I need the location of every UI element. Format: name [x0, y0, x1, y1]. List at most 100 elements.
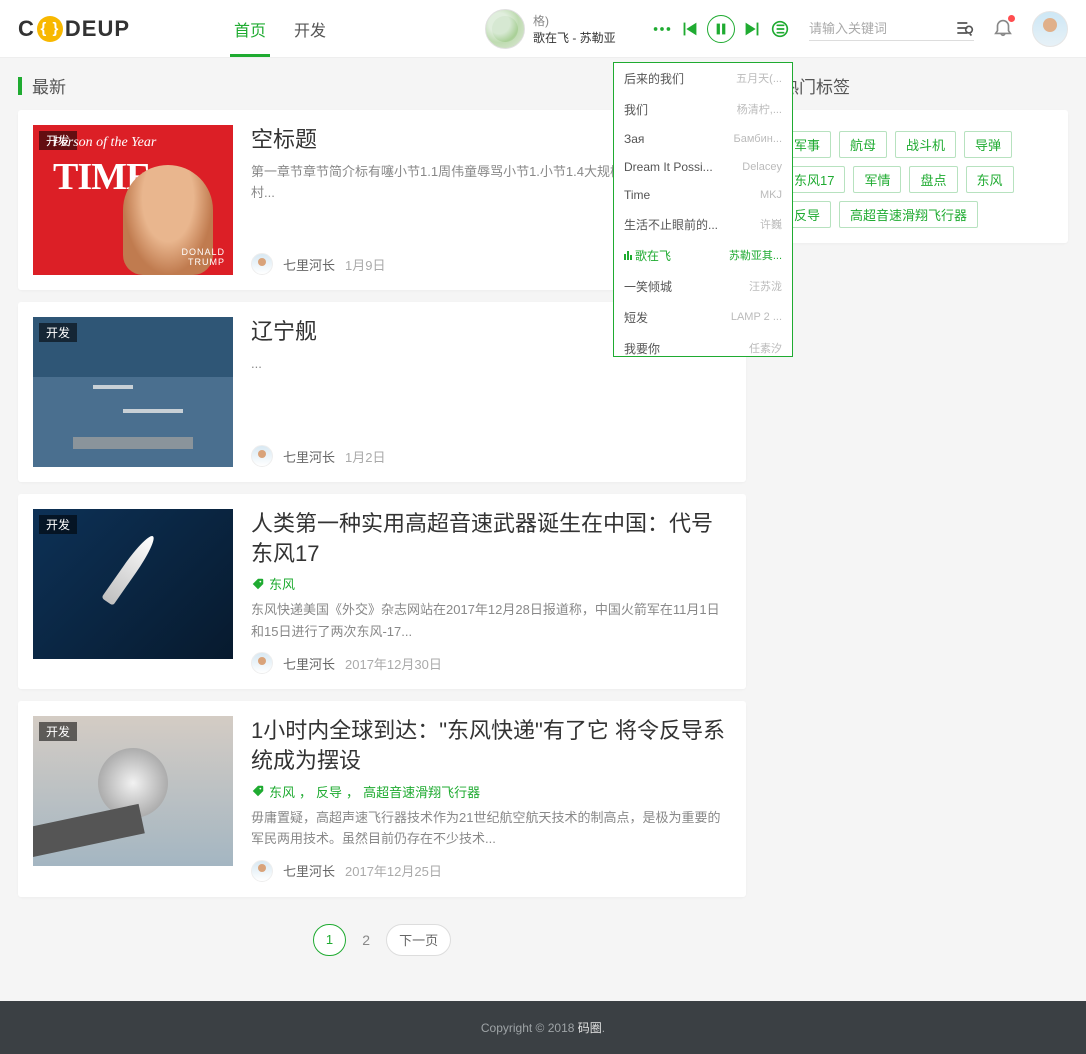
category-badge[interactable]: 开发: [39, 515, 77, 534]
album-art[interactable]: [485, 9, 525, 49]
nav-home[interactable]: 首页: [220, 0, 280, 57]
header: C { } DEUP 首页 开发 格) 歌在飞 - 苏勒亚: [0, 0, 1086, 58]
title-bar-icon: [18, 77, 22, 95]
page-2[interactable]: 2: [356, 924, 376, 956]
nav-dev[interactable]: 开发: [280, 0, 340, 57]
hot-tags-box: 军事航母战斗机导弹东风17军情盘点东风反导高超音速滑翔飞行器: [768, 110, 1068, 243]
player-title: 格) 歌在飞 - 苏勒亚: [533, 12, 643, 46]
article-desc: 毋庸置疑，高超声速飞行器技术作为21世纪航空航天技术的制高点，是极为重要的军民两…: [251, 807, 731, 850]
player-pause-icon[interactable]: [707, 15, 735, 43]
category-badge[interactable]: 开发: [39, 323, 77, 342]
author-avatar[interactable]: [251, 652, 273, 674]
hot-tag[interactable]: 盘点: [909, 166, 957, 193]
article-tags: 东风，反导，高超音速滑翔飞行器: [251, 782, 731, 801]
author-name[interactable]: 七里河长: [283, 654, 335, 673]
logo-c: C: [18, 16, 35, 42]
logo-code-icon: { }: [37, 16, 63, 42]
article-desc: 东风快递美国《外交》杂志网站在2017年12月28日报道称，中国火箭军在11月1…: [251, 599, 731, 642]
notification-dot-icon: [1008, 15, 1015, 22]
playlist-song: 后来的我们: [624, 70, 684, 87]
author-avatar[interactable]: [251, 860, 273, 882]
article-tag[interactable]: 东风: [269, 782, 295, 801]
page-next[interactable]: 下一页: [386, 924, 451, 956]
sidebar: 热门标签 军事航母战斗机导弹东风17军情盘点东风反导高超音速滑翔飞行器: [768, 73, 1068, 971]
playlist-artist: Бамбин...: [734, 133, 782, 145]
player-playlist-icon[interactable]: [769, 18, 791, 40]
article-title[interactable]: 1小时内全球到达："东风快递"有了它 将令反导系统成为摆设: [251, 716, 731, 775]
playlist-artist: Delacey: [742, 161, 782, 173]
playlist-song: 我们: [624, 101, 648, 118]
article-meta: 七里河长 1月2日: [251, 435, 731, 467]
playlist-item[interactable]: Зая Бамбин...: [614, 125, 792, 153]
hot-tag[interactable]: 导弹: [964, 131, 1012, 158]
playlist-artist: 许巍: [760, 216, 782, 232]
article-date: 1月2日: [345, 447, 385, 466]
article-body: 人类第一种实用高超音速武器诞生在中国：代号东风17 东风东风快递美国《外交》杂志网…: [251, 509, 731, 674]
playlist-artist: LAMP 2 ...: [731, 311, 782, 323]
article-tag[interactable]: 高超音速滑翔飞行器: [363, 782, 480, 801]
article-tag[interactable]: 反导: [316, 782, 342, 801]
author-name[interactable]: 七里河长: [283, 447, 335, 466]
article-thumbnail[interactable]: 开发Person of the YearTIMEDONALDTRUMP: [33, 125, 233, 275]
logo[interactable]: C { } DEUP: [18, 16, 130, 42]
music-player: 格) 歌在飞 - 苏勒亚: [485, 9, 791, 49]
search-input[interactable]: [809, 17, 954, 40]
hot-tag[interactable]: 航母: [839, 131, 887, 158]
playlist-item[interactable]: 短发 LAMP 2 ...: [614, 302, 792, 333]
section-hottags-title: 热门标签: [768, 73, 1068, 98]
hot-tag[interactable]: 军情: [853, 166, 901, 193]
playlist-song: Зая: [624, 132, 644, 146]
player-prev-icon[interactable]: [679, 18, 701, 40]
article-thumbnail[interactable]: 开发: [33, 317, 233, 467]
tag-icon: [251, 784, 265, 798]
hot-tag[interactable]: 高超音速滑翔飞行器: [839, 201, 978, 228]
playlist-item[interactable]: Time MKJ: [614, 181, 792, 209]
footer-dot: .: [602, 1021, 605, 1035]
playlist-item[interactable]: 我们杨清柠,...: [614, 94, 792, 125]
tag-cloud: 军事航母战斗机导弹东风17军情盘点东风反导高超音速滑翔飞行器: [783, 131, 1053, 228]
playlist-item[interactable]: 歌在飞苏勒亚其...: [614, 240, 792, 271]
pagination: 1 2 下一页: [18, 909, 746, 971]
author-avatar[interactable]: [251, 253, 273, 275]
main-nav: 首页 开发: [220, 0, 340, 57]
tag-separator: ，: [299, 782, 312, 801]
playlist-artist: 任素汐: [749, 340, 782, 356]
playlist-song: Time: [624, 188, 650, 202]
hot-tag[interactable]: 东风: [966, 166, 1014, 193]
playlist-item[interactable]: 生活不止眼前的...许巍: [614, 209, 792, 240]
now-playing-eq-icon: [624, 251, 632, 260]
notifications-button[interactable]: [992, 16, 1014, 41]
playlist-item[interactable]: 我要你任素汐: [614, 333, 792, 357]
article-card: 开发1小时内全球到达："东风快递"有了它 将令反导系统成为摆设东风，反导，高超音…: [18, 701, 746, 896]
playlist-item[interactable]: 后来的我们五月天(...: [614, 63, 792, 94]
author-name[interactable]: 七里河长: [283, 255, 335, 274]
article-tag[interactable]: 东风: [269, 574, 295, 593]
hot-tag[interactable]: 战斗机: [895, 131, 956, 158]
author-name[interactable]: 七里河长: [283, 861, 335, 880]
playlist-artist: MKJ: [760, 189, 782, 201]
article-thumbnail[interactable]: 开发: [33, 509, 233, 659]
player-next-icon[interactable]: [741, 18, 763, 40]
playlist-artist: 苏勒亚其...: [729, 247, 782, 263]
search-box: [809, 17, 974, 41]
playlist-item[interactable]: Dream It Possi... Delacey: [614, 153, 792, 181]
player-more-icon[interactable]: [651, 18, 673, 40]
footer: Copyright © 2018 码圈.: [0, 1001, 1086, 1054]
playlist-dropdown: 后来的我们五月天(...我们杨清柠,... Зая Бамбин... Dream I…: [613, 62, 793, 357]
playlist-item[interactable]: 一笑倾城汪苏泷: [614, 271, 792, 302]
nav-dev-label: 开发: [294, 17, 326, 41]
playlist-song: 短发: [624, 309, 648, 326]
playlist-artist: 汪苏泷: [749, 278, 782, 294]
article-thumbnail[interactable]: 开发: [33, 716, 233, 866]
playlist-song: Dream It Possi...: [624, 160, 713, 174]
footer-brand[interactable]: 码圈: [578, 1021, 602, 1035]
page-1[interactable]: 1: [313, 924, 346, 956]
user-avatar[interactable]: [1032, 11, 1068, 47]
article-date: 2017年12月30日: [345, 654, 442, 673]
category-badge[interactable]: 开发: [39, 722, 77, 741]
search-icon[interactable]: [954, 18, 974, 38]
article-date: 1月9日: [345, 255, 385, 274]
author-avatar[interactable]: [251, 445, 273, 467]
article-title[interactable]: 人类第一种实用高超音速武器诞生在中国：代号东风17: [251, 509, 731, 568]
article-tags: 东风: [251, 574, 731, 593]
